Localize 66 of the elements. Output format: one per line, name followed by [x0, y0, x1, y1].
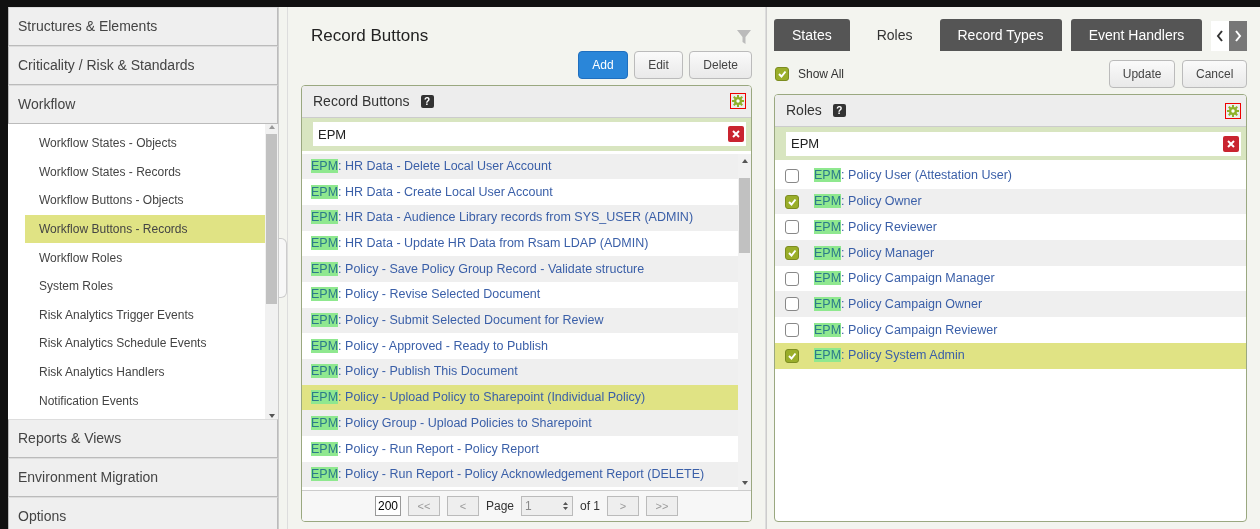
- settings-icon[interactable]: [1225, 102, 1242, 119]
- list-item[interactable]: EPM: Policy - Run Report - Policy Report: [311, 439, 539, 459]
- list-item[interactable]: EPM: Policy User (Attestation User): [814, 166, 1012, 186]
- action-button[interactable]: Cancel: [1182, 60, 1248, 88]
- scroll-right-icon[interactable]: [1229, 21, 1248, 51]
- panel-title: Roles: [786, 101, 822, 120]
- accordion-header[interactable]: Criticality / Risk & Standards: [8, 46, 278, 85]
- list-item[interactable]: EPM: Policy Campaign Manager: [814, 269, 995, 288]
- list-item[interactable]: EPM: Policy Manager: [814, 243, 935, 263]
- list-item[interactable]: EPM: HR Data - Update HR Data from Rsam LDAP (ADMIN): [311, 234, 649, 253]
- menu-item[interactable]: Risk Analytics Trigger Events: [25, 300, 265, 330]
- accordion-header[interactable]: Options: [8, 497, 278, 529]
- action-button[interactable]: Update: [1108, 60, 1176, 88]
- menu-item[interactable]: Workflow States - Objects: [25, 129, 265, 158]
- tab[interactable]: States: [774, 19, 850, 51]
- page-count: of 1: [580, 498, 600, 515]
- clear-icon[interactable]: [1223, 135, 1240, 152]
- scroll-thumb[interactable]: [266, 134, 277, 304]
- menu-item[interactable]: Risk Analytics Schedule Events: [25, 329, 265, 358]
- accordion-header[interactable]: Reports & Views: [8, 419, 278, 458]
- menu-item[interactable]: Risk Analytics Handlers: [25, 357, 265, 387]
- panel-title: Record Buttons: [313, 91, 410, 111]
- menu-item[interactable]: Workflow Buttons - Objects: [25, 186, 265, 215]
- accordion-header[interactable]: Environment Migration: [8, 458, 278, 497]
- scroll-down-icon: [740, 480, 749, 486]
- checkbox[interactable]: [785, 297, 799, 312]
- accordion-header[interactable]: Workflow: [8, 85, 278, 124]
- settings-icon[interactable]: [730, 93, 746, 109]
- action-button[interactable]: Delete: [689, 50, 752, 79]
- splitter-handle[interactable]: [279, 238, 287, 298]
- menu-item[interactable]: Workflow Roles: [25, 243, 265, 272]
- list-item[interactable]: EPM: HR Data - Create Local User Account: [311, 182, 553, 202]
- list-item[interactable]: EPM: Policy - Approved - Ready to Publish: [311, 336, 548, 356]
- checkbox[interactable]: [785, 271, 799, 286]
- checkbox[interactable]: [785, 348, 799, 363]
- help-icon[interactable]: ?: [420, 94, 434, 108]
- scroll-thumb[interactable]: [739, 177, 750, 253]
- list-item[interactable]: EPM: Policy - Revise Selected Document: [311, 285, 541, 305]
- scroll-left-icon[interactable]: [1211, 21, 1230, 51]
- tab[interactable]: Event Handlers: [1070, 19, 1203, 51]
- page-size-field[interactable]: 200: [374, 496, 401, 516]
- list-item[interactable]: EPM: Policy Campaign Reviewer: [814, 320, 998, 340]
- menu-item[interactable]: Workflow Buttons - Records: [25, 214, 265, 244]
- menu-item[interactable]: System Roles: [25, 271, 265, 301]
- checkbox[interactable]: [785, 168, 799, 183]
- checkbox-label: Show All: [798, 66, 845, 83]
- accordion-header[interactable]: Structures & Elements: [8, 7, 278, 46]
- scrollbar[interactable]: [265, 124, 278, 419]
- list-item[interactable]: EPM: Policy Owner: [814, 192, 922, 211]
- help-icon[interactable]: ?: [832, 104, 846, 117]
- action-button[interactable]: Edit: [634, 50, 683, 79]
- clear-icon[interactable]: [728, 126, 744, 142]
- scrollbar[interactable]: [738, 153, 751, 490]
- checkbox[interactable]: [785, 245, 799, 260]
- menu-item[interactable]: Workflow States - Records: [25, 157, 265, 187]
- page-label: Page: [485, 498, 514, 515]
- menu-item[interactable]: Notification Events: [25, 386, 265, 415]
- page-title: Record Buttons: [310, 25, 429, 47]
- checkbox[interactable]: [785, 194, 799, 209]
- checkbox[interactable]: [785, 220, 799, 235]
- list-item[interactable]: EPM: Policy Reviewer: [814, 217, 937, 237]
- tab[interactable]: Record Types: [939, 19, 1062, 51]
- scroll-up-icon: [740, 157, 749, 164]
- action-button[interactable]: Add: [578, 50, 628, 79]
- checkbox[interactable]: [775, 67, 789, 81]
- checkbox[interactable]: [785, 322, 799, 337]
